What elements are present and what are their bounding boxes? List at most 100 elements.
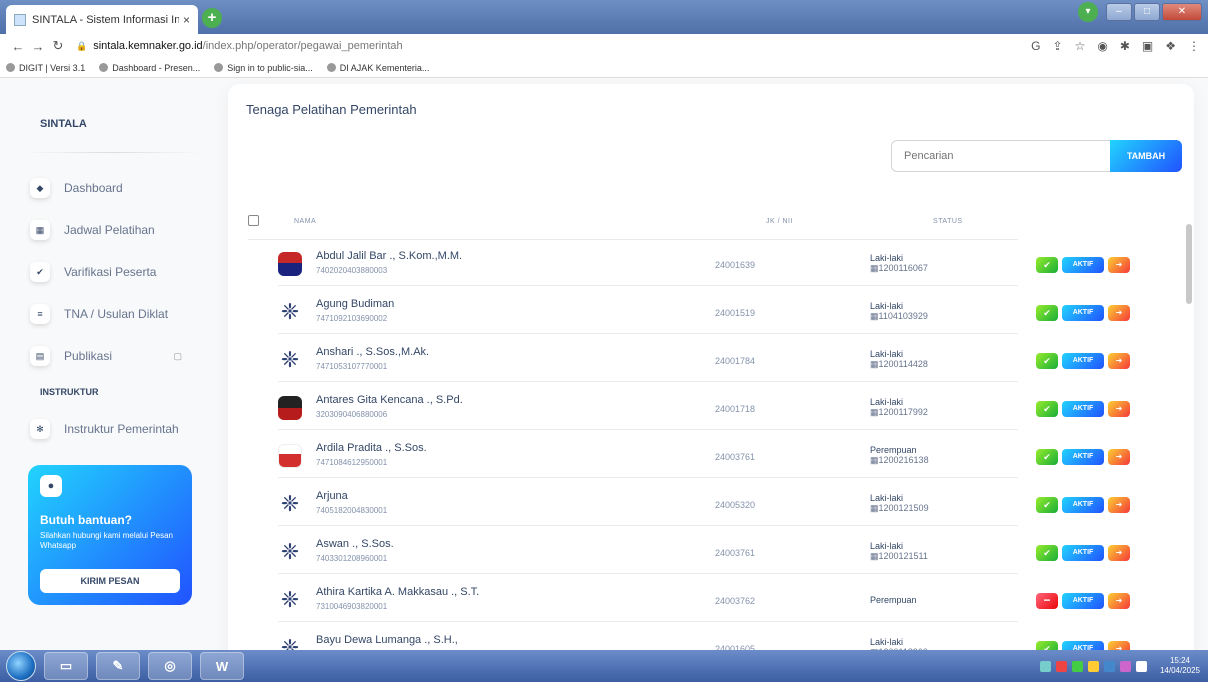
approve-button[interactable]: ✔ — [1036, 545, 1058, 561]
bookmark-item[interactable]: DI AJAK Kementeria... — [326, 63, 429, 73]
forward-icon[interactable]: → — [28, 39, 48, 54]
logout-icon[interactable]: ➜ — [1108, 641, 1130, 650]
reject-button[interactable]: − — [1036, 593, 1058, 609]
logout-icon[interactable]: ➜ — [1108, 593, 1130, 609]
avatar — [278, 252, 302, 276]
table-row[interactable]: Abdul Jalil Bar ., S.Kom.,M.M. 7402020403… — [278, 240, 1130, 286]
tray-icon[interactable] — [1087, 660, 1099, 672]
aktif-button[interactable]: AKTIF — [1062, 257, 1104, 273]
bookmark-item[interactable]: DIGIT | Versi 3.1 — [6, 63, 85, 73]
approve-button[interactable]: ✔ — [1036, 449, 1058, 465]
word-icon[interactable]: W — [200, 652, 244, 680]
profile-icon[interactable]: ❖ — [1165, 39, 1176, 53]
aktif-button[interactable]: AKTIF — [1062, 353, 1104, 369]
row-actions: ✔ AKTIF ➜ — [1036, 449, 1130, 465]
approve-button[interactable]: ✔ — [1036, 305, 1058, 321]
chrome-icon[interactable]: ◎ — [148, 652, 192, 680]
row-actions: − AKTIF ➜ — [1036, 593, 1130, 609]
collapse-icon[interactable]: ▢ — [173, 351, 182, 362]
sidebar-item-jadwal[interactable]: ▦ Jadwal Pelatihan — [30, 216, 210, 244]
gender-value: Perempuan — [870, 595, 917, 605]
table-row[interactable]: ❈ Arjuna 7405182004830001 24005320 Laki-laki… — [278, 480, 1130, 526]
reload-icon[interactable]: ↻ — [48, 38, 68, 54]
help-title: Butuh bantuan? — [40, 513, 132, 527]
bookmark-item[interactable]: Dashboard - Presen... — [99, 63, 200, 73]
aktif-button[interactable]: AKTIF — [1062, 545, 1104, 561]
sidepanel-icon[interactable]: ▣ — [1142, 39, 1153, 53]
explorer-icon[interactable]: ▭ — [44, 652, 88, 680]
tab-close-icon[interactable]: × — [183, 13, 190, 27]
url-path: /index.php/operator/pegawai_pemerintah — [202, 40, 403, 52]
aktif-button[interactable]: AKTIF — [1062, 449, 1104, 465]
send-message-button[interactable]: KIRIM PESAN — [40, 569, 180, 593]
aktif-button[interactable]: AKTIF — [1062, 593, 1104, 609]
brand-name[interactable]: SINTALA — [40, 118, 87, 130]
tray-icon[interactable] — [1071, 660, 1083, 672]
approve-button[interactable]: ✔ — [1036, 257, 1058, 273]
help-card: ● Butuh bantuan? Silahkan hubungi kami m… — [28, 465, 192, 605]
scrollbar[interactable] — [1186, 224, 1192, 304]
select-all-checkbox[interactable] — [248, 215, 259, 226]
approve-button[interactable]: ✔ — [1036, 401, 1058, 417]
logout-icon[interactable]: ➜ — [1108, 353, 1130, 369]
person-name: Antares Gita Kencana ., S.Pd. — [316, 394, 463, 406]
aktif-button[interactable]: AKTIF — [1062, 305, 1104, 321]
sidebar-item-label: Publikasi — [64, 349, 113, 363]
maximize-button[interactable]: □ — [1134, 3, 1160, 21]
browser-actions: G ⇪ ☆ ◉ ✱ ▣ ❖ ⋮ — [1031, 39, 1200, 53]
approve-button[interactable]: ✔ — [1036, 353, 1058, 369]
sidebar-item-dashboard[interactable]: ◆ Dashboard — [30, 174, 210, 202]
menu-icon[interactable]: ⋮ — [1188, 39, 1200, 53]
volume-icon[interactable] — [1135, 660, 1147, 672]
person-nip: 7402020403880003 — [316, 266, 388, 275]
aktif-button[interactable]: AKTIF — [1062, 497, 1104, 513]
new-tab-button[interactable]: + — [202, 8, 222, 28]
table-row[interactable]: ❈ Aswan ., S.Sos. 7403301208960001 24003761… — [278, 528, 1130, 574]
tray-icon[interactable] — [1103, 660, 1115, 672]
google-icon[interactable]: G — [1031, 39, 1040, 53]
aktif-button[interactable]: AKTIF — [1062, 641, 1104, 650]
table-row[interactable]: ❈ Agung Budiman 7471092103690002 24001519 La… — [278, 288, 1130, 334]
app-icon[interactable]: ✎ — [96, 652, 140, 680]
approve-button[interactable]: ✔ — [1036, 497, 1058, 513]
bookmark-item[interactable]: Sign in to public-sia... — [214, 63, 313, 73]
person-nip: 7310046903820001 — [316, 602, 388, 611]
taskbar: ▭ ✎ ◎ W 15:24 14/04/2025 — [0, 650, 1208, 682]
address-bar: ← → ↻ 🔒 sintala.kemnaker.go.id/index.php… — [0, 34, 1208, 58]
logout-icon[interactable]: ➜ — [1108, 449, 1130, 465]
sidebar-item-tna[interactable]: ≡ TNA / Usulan Diklat — [30, 300, 210, 328]
approve-button[interactable]: ✔ — [1036, 641, 1058, 650]
sidebar-item-publikasi[interactable]: ▤ Publikasi ▢ — [30, 342, 210, 370]
clock[interactable]: 15:24 14/04/2025 — [1160, 656, 1200, 675]
logout-icon[interactable]: ➜ — [1108, 497, 1130, 513]
row-actions: ✔ AKTIF ➜ — [1036, 305, 1130, 321]
extension-icon[interactable]: ◉ — [1097, 39, 1107, 53]
tray-icon[interactable] — [1055, 660, 1067, 672]
sidebar-item-verifikasi[interactable]: ✔ Varifikasi Peserta — [30, 258, 210, 286]
aktif-button[interactable]: AKTIF — [1062, 401, 1104, 417]
start-button[interactable] — [6, 651, 36, 681]
share-icon[interactable]: ⇪ — [1053, 39, 1063, 53]
table-row[interactable]: ❈ Anshari ., S.Sos.,M.Ak. 7471053107770001… — [278, 336, 1130, 382]
logout-icon[interactable]: ➜ — [1108, 401, 1130, 417]
tab-search-icon[interactable]: ▾ — [1078, 2, 1098, 22]
back-icon[interactable]: ← — [8, 39, 28, 54]
close-window-button[interactable]: ✕ — [1162, 3, 1202, 21]
search-input[interactable] — [891, 140, 1111, 172]
tray-icon[interactable] — [1119, 660, 1131, 672]
table-row[interactable]: ❈Bayu Dewa Lumanga ., S.H.,7310021804920… — [278, 624, 1130, 650]
minimize-button[interactable]: – — [1106, 3, 1132, 21]
table-row[interactable]: Ardila Pradita ., S.Sos. 7471084612950001… — [278, 432, 1130, 478]
table-row[interactable]: Antares Gita Kencana ., S.Pd. 32030904068… — [278, 384, 1130, 430]
add-button[interactable]: TAMBAH — [1110, 140, 1182, 172]
table-row[interactable]: ❈ Athira Kartika A. Makkasau ., S.T. 73100… — [278, 576, 1130, 622]
logout-icon[interactable]: ➜ — [1108, 545, 1130, 561]
url-field[interactable]: 🔒 sintala.kemnaker.go.id/index.php/opera… — [76, 40, 403, 52]
browser-tab[interactable]: SINTALA - Sistem Informasi Instr... × — [6, 5, 198, 34]
star-icon[interactable]: ☆ — [1075, 39, 1086, 53]
logout-icon[interactable]: ➜ — [1108, 257, 1130, 273]
logout-icon[interactable]: ➜ — [1108, 305, 1130, 321]
puzzle-icon[interactable]: ✱ — [1120, 39, 1130, 53]
sidebar-item-instruktur[interactable]: ✻ Instruktur Pemerintah — [30, 415, 210, 443]
tray-icon[interactable] — [1039, 660, 1051, 672]
